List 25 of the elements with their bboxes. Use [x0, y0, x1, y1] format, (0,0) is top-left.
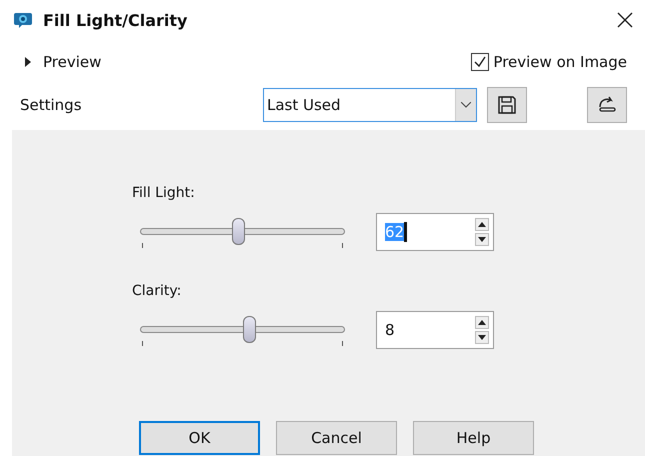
settings-label: Settings	[20, 96, 83, 114]
slider-label: Clarity:	[132, 283, 182, 301]
slider-thumb[interactable]	[242, 316, 256, 343]
checkbox[interactable]	[471, 53, 490, 71]
spin-down-icon[interactable]	[475, 233, 489, 246]
slider[interactable]	[140, 315, 345, 345]
window-title: Fill Light/Clarity	[43, 10, 188, 30]
dialog-button[interactable]: Help	[413, 421, 534, 455]
spin-down-icon[interactable]	[475, 331, 489, 344]
preview-toggle[interactable]: Preview	[24, 53, 102, 71]
settings-dropdown[interactable]: Last Used	[263, 88, 477, 122]
slider[interactable]	[140, 217, 345, 247]
number-field[interactable]: 8	[376, 311, 494, 349]
caret-icon	[24, 57, 32, 67]
spin-up-icon[interactable]	[475, 218, 489, 231]
reset-button[interactable]	[587, 86, 627, 122]
spin-up-icon[interactable]	[475, 316, 489, 329]
slider-thumb[interactable]	[232, 218, 246, 245]
dialog-button[interactable]: OK	[139, 421, 260, 455]
chevron-icon	[461, 102, 471, 108]
slider-label: Fill Light:	[132, 185, 196, 203]
close-icon[interactable]	[617, 12, 633, 28]
camera-icon	[13, 11, 33, 29]
save-button[interactable]	[487, 86, 527, 122]
dialog-button[interactable]: Cancel	[276, 421, 397, 455]
